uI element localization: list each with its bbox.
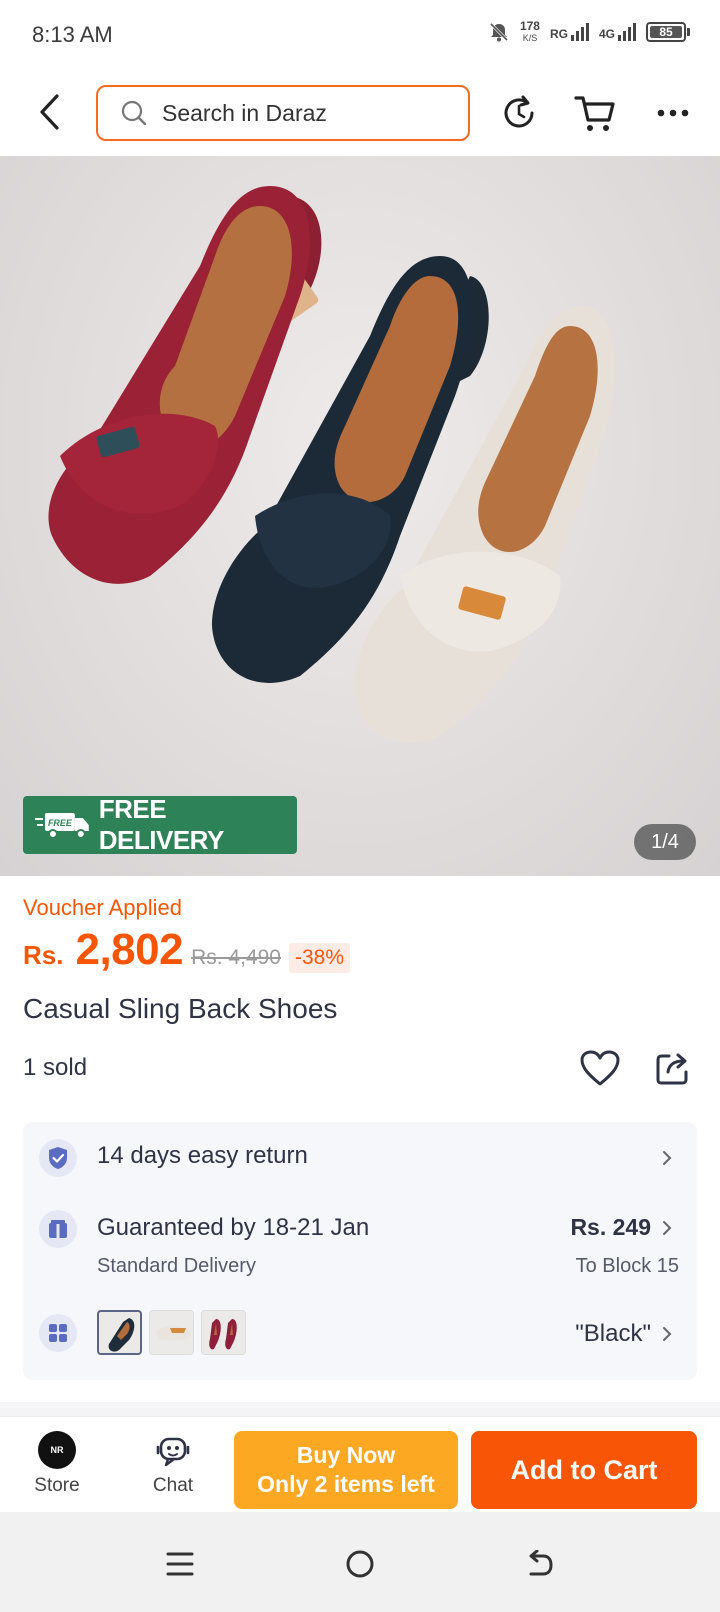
- home-circle-icon: [346, 1550, 374, 1578]
- cart-icon: [574, 96, 615, 131]
- bottom-action-bar: NR Store Chat Buy Now Only 2 items left …: [0, 1416, 720, 1512]
- currency: Rs.: [23, 940, 64, 970]
- buy-now-button[interactable]: Buy Now Only 2 items left: [234, 1431, 458, 1509]
- status-time: 8:13 AM: [32, 22, 113, 47]
- store-logo-icon: NR: [38, 1431, 76, 1469]
- package-icon: [39, 1210, 77, 1248]
- more-options-button[interactable]: [650, 90, 696, 136]
- recent-apps-button[interactable]: [158, 1542, 202, 1586]
- original-price: Rs. 4,490: [191, 946, 281, 969]
- chevron-right-icon: [657, 1324, 677, 1344]
- chevron-right-icon: [657, 1148, 677, 1168]
- delivery-type-text: Standard Delivery: [97, 1255, 256, 1277]
- delivery-truck-icon: FREE: [35, 813, 89, 839]
- current-price: 2,802: [75, 925, 184, 974]
- free-delivery-badge: FREE FREE DELIVERY: [23, 794, 297, 855]
- swatch-white[interactable]: [149, 1310, 194, 1355]
- product-title: Casual Sling Back Shoes: [23, 993, 338, 1024]
- shoe-thumbnail: [108, 1318, 135, 1352]
- back-system-button[interactable]: [518, 1542, 562, 1586]
- product-image-gallery[interactable]: FREE FREE DELIVERY 1/4: [0, 156, 720, 876]
- store-label: Store: [34, 1475, 80, 1496]
- status-bar: 8:13 AM 178 K/S RG 4G 85: [0, 0, 720, 72]
- buy-now-stock: Only 2 items left: [257, 1471, 435, 1497]
- back-button[interactable]: [28, 90, 72, 134]
- wishlist-button[interactable]: [578, 1046, 622, 1090]
- delivery-row[interactable]: Guaranteed by 18-21 Jan Standard Deliver…: [23, 1194, 697, 1290]
- shoe-thumbnail: [156, 1326, 190, 1341]
- share-button[interactable]: [650, 1046, 694, 1090]
- delivery-guarantee-text: Guaranteed by 18-21 Jan: [97, 1214, 370, 1241]
- system-navigation-bar: [0, 1512, 720, 1612]
- discount-badge: -38%: [288, 943, 350, 973]
- service-info-card: 14 days easy return Guaranteed by 18-21 …: [23, 1122, 697, 1380]
- status-icons: 178 K/S RG 4G 85: [488, 20, 690, 44]
- heart-icon: [580, 1050, 620, 1086]
- sold-count: 1 sold: [23, 1054, 88, 1081]
- battery-icon: 85: [646, 22, 690, 42]
- return-policy-row[interactable]: 14 days easy return: [23, 1122, 697, 1194]
- back-arrow-icon: [529, 1550, 553, 1576]
- buy-now-label: Buy Now: [296, 1442, 396, 1468]
- shield-check-icon: [39, 1139, 77, 1177]
- top-header: Search in Daraz: [0, 72, 720, 156]
- chevron-left-icon: [40, 94, 59, 130]
- shipping-destination: To Block 15: [575, 1255, 679, 1277]
- section-divider: [0, 1402, 720, 1416]
- cart-button[interactable]: [572, 90, 618, 136]
- chat-robot-icon: [156, 1437, 190, 1467]
- variant-row[interactable]: "Black": [23, 1290, 697, 1380]
- shoe-thumbnail: [209, 1319, 237, 1350]
- signal-bars-icon: [570, 23, 589, 41]
- chevron-right-icon: [657, 1218, 677, 1238]
- search-input[interactable]: Search in Daraz: [96, 85, 470, 141]
- product-photo: [48, 186, 616, 743]
- return-policy-text: 14 days easy return: [97, 1142, 308, 1169]
- price-row: Rs. 2,802 Rs. 4,490 -38%: [23, 925, 350, 975]
- search-placeholder: Search in Daraz: [162, 99, 327, 126]
- home-button[interactable]: [338, 1542, 382, 1586]
- free-delivery-label: FREE DELIVERY: [98, 794, 225, 855]
- free-tag: FREE: [48, 818, 73, 828]
- swatch-red[interactable]: [201, 1310, 246, 1355]
- chat-label: Chat: [152, 1475, 194, 1496]
- net-speed: 178 K/S: [519, 19, 540, 43]
- chat-button[interactable]: Chat: [140, 1431, 206, 1503]
- image-counter: 1/4: [634, 824, 696, 860]
- variant-swatches: [97, 1310, 246, 1355]
- signal-bars-icon: [618, 23, 636, 41]
- store-button[interactable]: NR Store: [24, 1431, 90, 1503]
- share-icon: [656, 1053, 688, 1085]
- signal-1: RG: [550, 23, 589, 41]
- grid-icon: [39, 1314, 77, 1352]
- swatch-black[interactable]: [97, 1310, 142, 1355]
- voucher-applied-label: Voucher Applied: [23, 895, 183, 920]
- shipping-price: Rs. 249: [570, 1214, 651, 1240]
- selected-variant: "Black": [575, 1320, 651, 1347]
- search-icon: [121, 100, 147, 126]
- more-dots-icon: [657, 109, 689, 117]
- add-to-cart-button[interactable]: Add to Cart: [471, 1431, 697, 1509]
- mute-bell-icon: [489, 22, 509, 42]
- menu-lines-icon: [166, 1552, 194, 1576]
- history-button[interactable]: [496, 90, 542, 136]
- signal-2: 4G: [599, 23, 636, 41]
- refresh-history-icon: [504, 95, 534, 128]
